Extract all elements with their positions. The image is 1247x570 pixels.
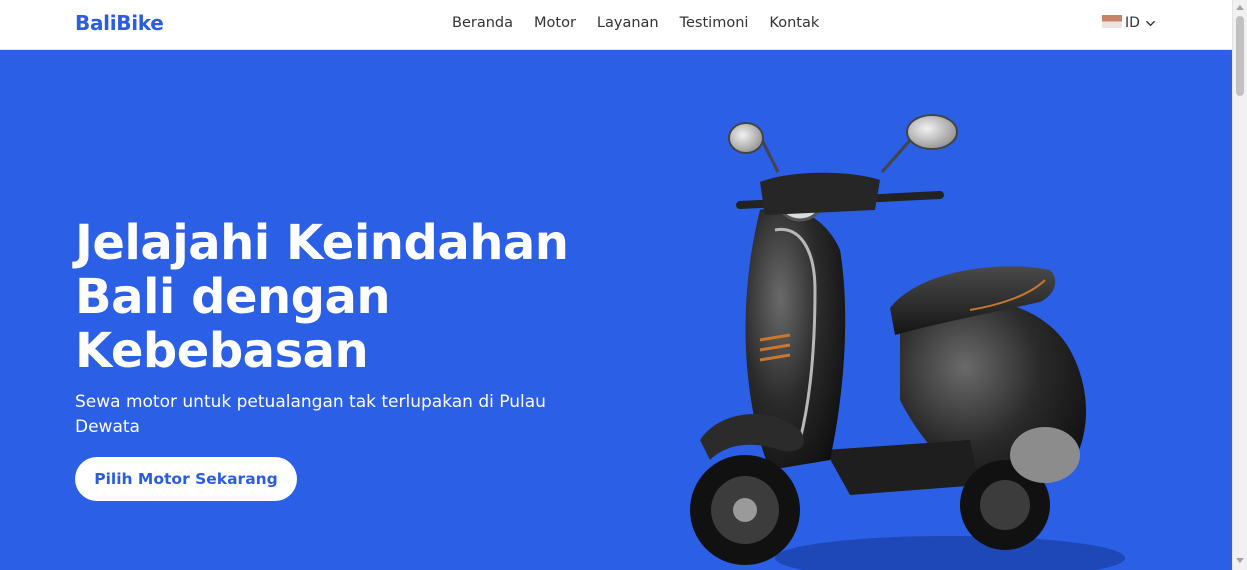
- chevron-down-icon: [1146, 20, 1155, 26]
- scrollbar-thumb[interactable]: [1236, 16, 1244, 96]
- nav-link-testimoni[interactable]: Testimoni: [680, 15, 749, 31]
- nav-link-kontak[interactable]: Kontak: [769, 15, 819, 31]
- scroll-down-arrow-icon[interactable]: [1236, 558, 1244, 564]
- scooter-image: [690, 114, 1125, 570]
- main-nav: Beranda Motor Layanan Testimoni Kontak: [452, 15, 819, 31]
- nav-link-motor[interactable]: Motor: [534, 15, 576, 31]
- hero-subtitle: Sewa motor untuk petualangan tak terlupa…: [75, 392, 546, 437]
- vertical-scrollbar[interactable]: [1232, 0, 1247, 570]
- hero-title: Jelajahi Keindahan Bali dengan Kebebasan: [75, 215, 569, 379]
- nav-link-layanan[interactable]: Layanan: [597, 15, 659, 31]
- language-selector[interactable]: ID: [1102, 14, 1156, 31]
- scroll-up-arrow-icon[interactable]: [1236, 4, 1244, 10]
- hero-section: Jelajahi Keindahan Bali dengan Kebebasan…: [0, 50, 1232, 570]
- indonesia-flag-icon: [1102, 14, 1122, 28]
- site-header: BaliBike Beranda Motor Layanan Testimoni…: [0, 0, 1232, 50]
- choose-motor-button[interactable]: Pilih Motor Sekarang: [75, 457, 297, 501]
- language-label: ID: [1125, 15, 1140, 31]
- site-logo[interactable]: BaliBike: [75, 11, 164, 35]
- nav-link-beranda[interactable]: Beranda: [452, 15, 513, 31]
